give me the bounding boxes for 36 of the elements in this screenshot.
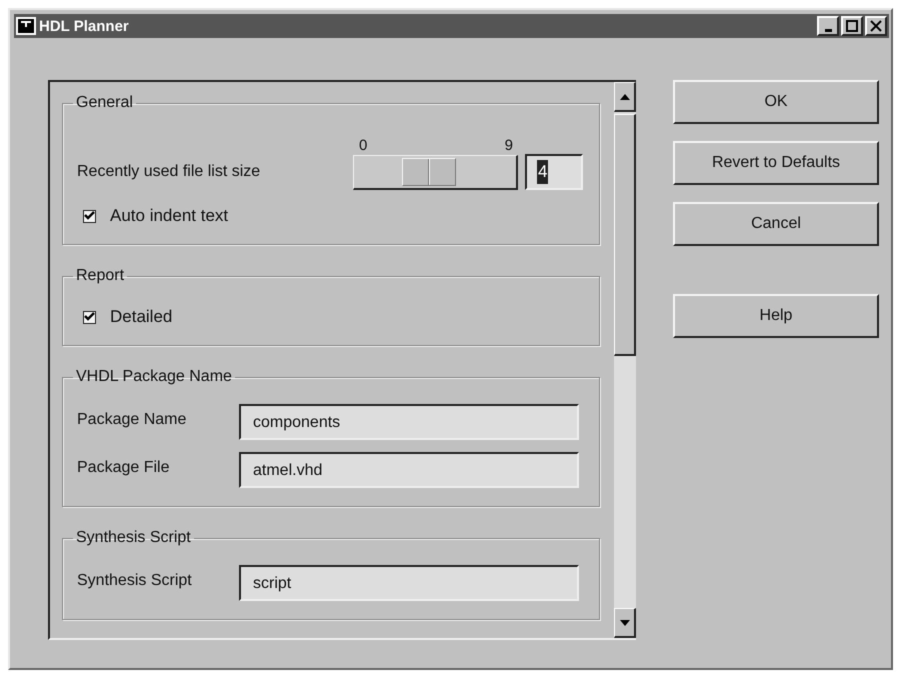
group-title: Synthesis Script (75, 529, 192, 547)
scroll-up-icon[interactable] (620, 94, 630, 100)
group-title: General (75, 94, 134, 112)
scrollbar-thumb[interactable] (614, 114, 636, 356)
text-field[interactable]: components (239, 404, 579, 440)
slider-min-label: 0 (359, 136, 368, 154)
scroll-down-icon[interactable] (620, 620, 630, 626)
text-field[interactable]: atmel.vhd (239, 452, 579, 488)
dialog-button[interactable]: Revert to Defaults (673, 141, 879, 185)
number-field[interactable]: 4 (525, 154, 583, 190)
group-title: VHDL Package Name (75, 368, 233, 386)
checkbox-label: Detailed (110, 307, 172, 327)
checkbox-label: Auto indent text (110, 206, 228, 226)
text-field[interactable]: script (239, 565, 579, 601)
maximize-button[interactable] (841, 16, 863, 36)
minimize-icon (824, 28, 832, 32)
checkbox[interactable] (83, 210, 96, 222)
group-title: Report (75, 267, 126, 285)
dialog-button[interactable]: Help (673, 294, 879, 338)
slider-track[interactable] (353, 154, 518, 190)
field-label: Package File (77, 459, 170, 478)
close-icon (870, 20, 882, 32)
dialog-button[interactable]: Cancel (673, 202, 879, 246)
vertical-scrollbar[interactable] (614, 82, 636, 638)
field-label: Package Name (77, 411, 188, 430)
slider-thumb[interactable] (402, 158, 456, 186)
field-label: Synthesis Script (77, 572, 193, 591)
app-icon (16, 17, 36, 35)
slider-max-label: 9 (504, 136, 513, 154)
window-title: HDL Planner (39, 18, 129, 34)
checkbox[interactable] (83, 310, 96, 324)
minimize-button[interactable] (817, 16, 839, 36)
maximize-icon (846, 20, 858, 32)
field-label: Recently used file list size (77, 162, 262, 181)
close-button[interactable] (865, 16, 887, 36)
dialog-button[interactable]: OK (673, 80, 879, 124)
